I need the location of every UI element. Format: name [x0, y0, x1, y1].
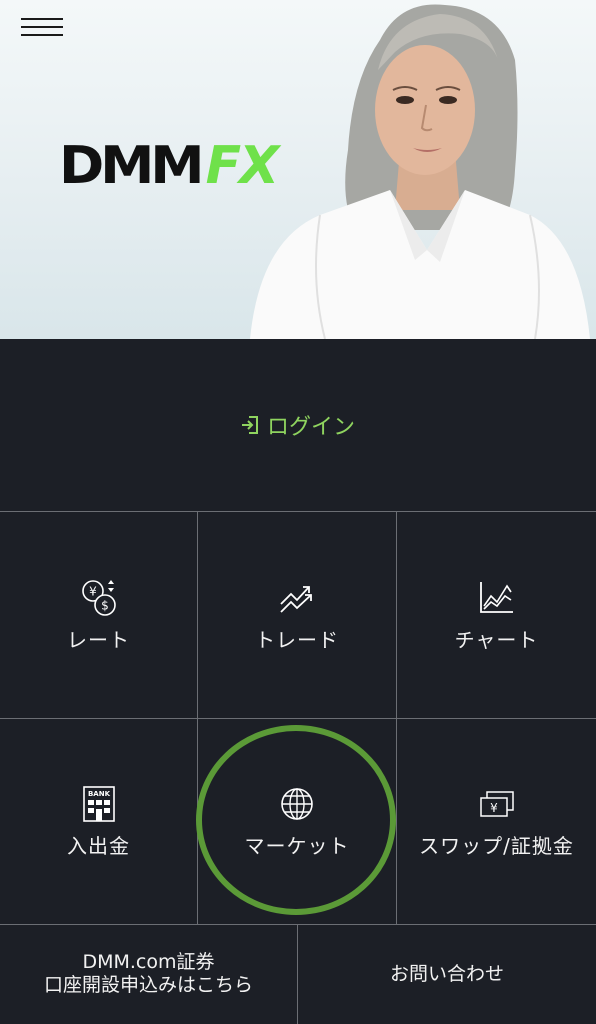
- svg-text:$: $: [101, 598, 109, 612]
- menu-trade[interactable]: トレード: [198, 512, 397, 719]
- main-menu-grid: ¥ $ レート トレード チャート BANK 入出金 マーケット ¥ スワップ/…: [0, 511, 596, 925]
- svg-text:BANK: BANK: [87, 790, 110, 798]
- menu-swap-margin-label: スワップ/証拠金: [419, 834, 574, 858]
- svg-text:¥: ¥: [490, 801, 498, 815]
- menu-chart-label: チャート: [454, 627, 539, 652]
- menu-trade-label: トレード: [255, 627, 339, 652]
- menu-swap-margin[interactable]: ¥ スワップ/証拠金: [397, 719, 596, 925]
- menu-deposit-withdraw[interactable]: BANK 入出金: [0, 719, 198, 925]
- securities-line-2: 口座開設申込みはこちら: [43, 974, 253, 996]
- menu-market-label: マーケット: [244, 834, 350, 858]
- hero-banner: DMM FX: [0, 0, 596, 339]
- model-photo: [250, 4, 590, 339]
- bank-icon: BANK: [82, 786, 115, 822]
- menu-market[interactable]: マーケット: [198, 719, 397, 925]
- svg-text:¥: ¥: [89, 584, 97, 598]
- banknotes-icon: ¥: [479, 791, 514, 817]
- menu-rate[interactable]: ¥ $ レート: [0, 512, 198, 719]
- hamburger-menu-icon[interactable]: [21, 16, 63, 38]
- chart-icon: [479, 581, 513, 613]
- login-label: ログイン: [266, 415, 355, 440]
- menu-chart[interactable]: チャート: [397, 512, 596, 719]
- footer-links: DMM.com証券 口座開設申込みはこちら お問い合わせ: [0, 924, 596, 1024]
- login-icon: [241, 416, 258, 434]
- login-button[interactable]: ログイン: [241, 409, 355, 441]
- currency-exchange-icon: ¥ $: [81, 579, 116, 616]
- securities-line-1: DMM.com証券: [82, 951, 215, 973]
- globe-icon: [281, 788, 313, 820]
- trend-arrows-icon: [280, 585, 312, 613]
- securities-account-link[interactable]: DMM.com証券 口座開設申込みはこちら: [0, 924, 298, 1024]
- contact-link[interactable]: お問い合わせ: [298, 924, 596, 1024]
- contact-label: お問い合わせ: [389, 962, 504, 985]
- menu-rate-label: レート: [67, 627, 130, 652]
- login-section: ログイン: [0, 339, 596, 511]
- logo-dmm-text: DMM: [59, 136, 205, 196]
- menu-deposit-withdraw-label: 入出金: [67, 834, 130, 858]
